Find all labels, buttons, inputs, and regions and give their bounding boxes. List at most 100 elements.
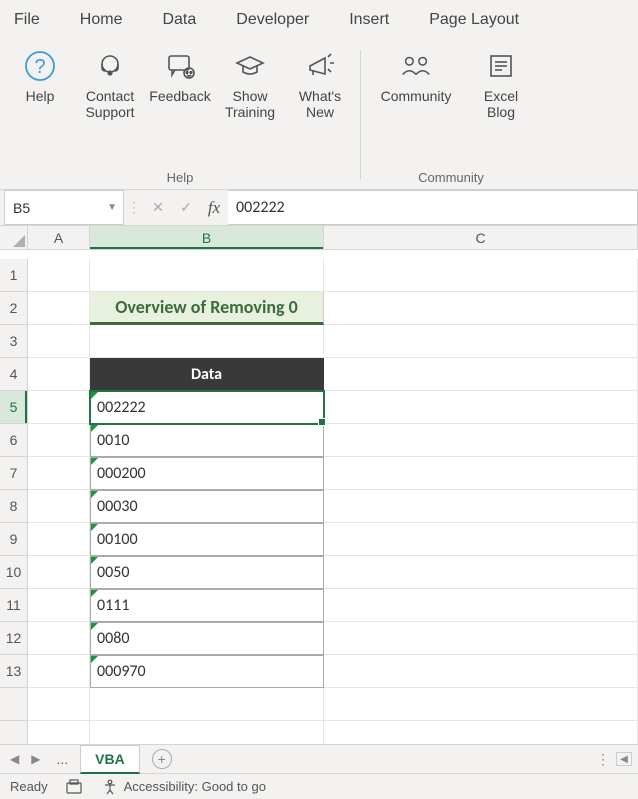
cancel-formula-button[interactable]: ✕ xyxy=(144,195,172,221)
ribbon: ? Help Contact Support Feedback xyxy=(0,40,638,190)
tab-file[interactable]: File xyxy=(8,7,46,33)
cell-c3[interactable] xyxy=(324,325,638,358)
col-header-b[interactable]: B xyxy=(90,226,324,250)
cell-c13[interactable] xyxy=(324,655,638,688)
row-header-9[interactable]: 9 xyxy=(0,523,28,556)
select-all-corner[interactable] xyxy=(0,226,28,250)
tab-data[interactable]: Data xyxy=(156,7,202,33)
group-label-community: Community xyxy=(418,166,484,185)
cell-c7[interactable] xyxy=(324,457,638,490)
contact-support-button[interactable]: Contact Support xyxy=(80,48,140,124)
row-header-7[interactable]: 7 xyxy=(0,457,28,490)
cell-a13[interactable] xyxy=(28,655,90,688)
cell-b10[interactable]: 0050 xyxy=(90,556,324,589)
cell-c1[interactable] xyxy=(324,259,638,292)
row-header-1[interactable]: 1 xyxy=(0,259,28,292)
cell-b13[interactable]: 000970 xyxy=(90,655,324,688)
cell-a1[interactable] xyxy=(28,259,90,292)
col-header-c[interactable]: C xyxy=(324,226,638,250)
tab-page-layout[interactable]: Page Layout xyxy=(423,7,525,33)
excel-blog-label: Excel Blog xyxy=(471,88,531,124)
cell-blank[interactable] xyxy=(28,688,90,721)
formula-input[interactable]: 002222 xyxy=(228,190,638,225)
cell-c2[interactable] xyxy=(324,292,638,325)
sheet-nav-prev[interactable]: ◀ xyxy=(6,752,23,766)
training-icon xyxy=(232,48,268,84)
confirm-formula-button[interactable]: ✓ xyxy=(172,195,200,221)
name-box[interactable]: B5 ▼ xyxy=(4,190,124,225)
whats-new-button[interactable]: What's New xyxy=(290,48,350,124)
cell-b2-title[interactable]: Overview of Removing 0 xyxy=(90,292,324,325)
cell-a3[interactable] xyxy=(28,325,90,358)
horizontal-scroll[interactable]: ⋮ ◀ xyxy=(596,751,632,768)
spreadsheet-grid[interactable]: A B C 1 2 Overview of Removing 0 3 4 Dat… xyxy=(0,226,638,744)
cell-a12[interactable] xyxy=(28,622,90,655)
cell-b3[interactable] xyxy=(90,325,324,358)
cell-blank[interactable] xyxy=(90,688,324,721)
cell-b5[interactable]: 002222 xyxy=(90,391,324,424)
cell-c4[interactable] xyxy=(324,358,638,391)
cell-c11[interactable] xyxy=(324,589,638,622)
cell-a2[interactable] xyxy=(28,292,90,325)
cell-c5[interactable] xyxy=(324,391,638,424)
cell-a10[interactable] xyxy=(28,556,90,589)
macro-recorder-icon[interactable] xyxy=(66,779,84,795)
row-header-8[interactable]: 8 xyxy=(0,490,28,523)
scroll-left-button[interactable]: ◀ xyxy=(616,752,632,766)
cell-b8[interactable]: 00030 xyxy=(90,490,324,523)
tab-developer[interactable]: Developer xyxy=(230,7,315,33)
headset-icon xyxy=(92,48,128,84)
feedback-button[interactable]: Feedback xyxy=(150,48,210,124)
cell-b7[interactable]: 000200 xyxy=(90,457,324,490)
cell-c10[interactable] xyxy=(324,556,638,589)
row-header-10[interactable]: 10 xyxy=(0,556,28,589)
row-header-11[interactable]: 11 xyxy=(0,589,28,622)
accessibility-text: Accessibility: Good to go xyxy=(124,779,266,794)
row-header-5[interactable]: 5 xyxy=(0,391,28,424)
add-sheet-button[interactable]: + xyxy=(152,749,172,769)
fx-button[interactable]: fx xyxy=(200,195,228,221)
cell-b9[interactable]: 00100 xyxy=(90,523,324,556)
cell-b1[interactable] xyxy=(90,259,324,292)
row-header-4[interactable]: 4 xyxy=(0,358,28,391)
cell-a9[interactable] xyxy=(28,523,90,556)
cell-a5[interactable] xyxy=(28,391,90,424)
cell-b6[interactable]: 0010 xyxy=(90,424,324,457)
row-header-6[interactable]: 6 xyxy=(0,424,28,457)
tab-home[interactable]: Home xyxy=(74,7,129,33)
cell-blank[interactable] xyxy=(324,688,638,721)
row-header-blank[interactable] xyxy=(0,721,28,744)
cell-b4-data-header[interactable]: Data xyxy=(90,358,324,391)
accessibility-status[interactable]: Accessibility: Good to go xyxy=(102,779,266,795)
sheet-tab-overflow[interactable]: ... xyxy=(48,746,76,772)
community-button[interactable]: Community xyxy=(371,48,461,124)
sheet-tab-vba[interactable]: VBA xyxy=(80,745,140,774)
cell-c12[interactable] xyxy=(324,622,638,655)
help-button[interactable]: ? Help xyxy=(10,48,70,124)
cell-c8[interactable] xyxy=(324,490,638,523)
cell-a6[interactable] xyxy=(28,424,90,457)
row-header-12[interactable]: 12 xyxy=(0,622,28,655)
cell-a7[interactable] xyxy=(28,457,90,490)
row-header-13[interactable]: 13 xyxy=(0,655,28,688)
cell-a4[interactable] xyxy=(28,358,90,391)
cell-blank[interactable] xyxy=(324,721,638,744)
cell-b11[interactable]: 0111 xyxy=(90,589,324,622)
row-header-3[interactable]: 3 xyxy=(0,325,28,358)
excel-blog-button[interactable]: Excel Blog xyxy=(471,48,531,124)
cell-c9[interactable] xyxy=(324,523,638,556)
show-training-button[interactable]: Show Training xyxy=(220,48,280,124)
community-label: Community xyxy=(381,88,452,124)
tab-insert[interactable]: Insert xyxy=(343,7,395,33)
row-header-blank[interactable] xyxy=(0,688,28,721)
cell-a8[interactable] xyxy=(28,490,90,523)
cell-c6[interactable] xyxy=(324,424,638,457)
cell-b12[interactable]: 0080 xyxy=(90,622,324,655)
cell-blank[interactable] xyxy=(28,721,90,744)
row-header-2[interactable]: 2 xyxy=(0,292,28,325)
sheet-nav-next[interactable]: ▶ xyxy=(27,752,44,766)
chevron-down-icon[interactable]: ▼ xyxy=(107,202,117,213)
cell-a11[interactable] xyxy=(28,589,90,622)
cell-blank[interactable] xyxy=(90,721,324,744)
col-header-a[interactable]: A xyxy=(28,226,90,250)
